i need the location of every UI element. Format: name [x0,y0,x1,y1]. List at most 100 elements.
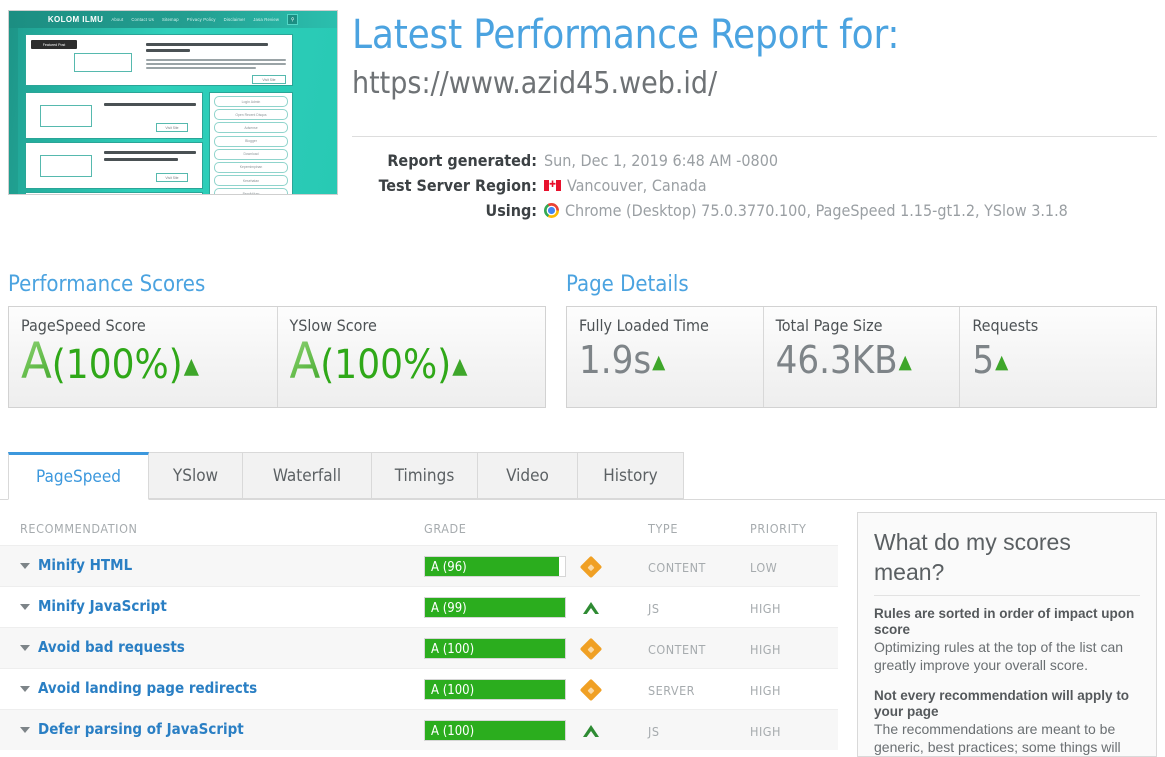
performance-scores-panel: PageSpeed Score A(100%)▲ YSlow Score A(1… [8,306,546,408]
expand-triangle-icon[interactable] [20,604,30,610]
grade-label: A (100) [431,642,475,657]
thumbnail-nav-link: About [111,17,124,22]
yslow-score-value: A(100%)▲ [290,336,546,390]
green-up-arrow-icon [583,723,599,739]
priority-value: HIGH [750,642,781,657]
type-value: JS [648,601,660,616]
using-value: Chrome (Desktop) 75.0.3770.100, PageSpee… [565,201,1068,220]
thumbnail-image-placeholder [40,105,92,127]
report-url[interactable]: https://www.azid45.web.id/ [352,64,1157,104]
thumbnail-navbar: KOLOM ILMU About Contact Us Sitemap Priv… [9,11,337,28]
metadata-value: Chrome (Desktop) 75.0.3770.100, PageSpee… [544,198,1068,223]
table-row[interactable]: Minify JavaScript A (99) JS HIGH [0,586,838,627]
grade-label: A (99) [431,601,467,616]
recommendation-link[interactable]: Avoid bad requests [38,638,185,656]
metadata-row: Using: Chrome (Desktop) 75.0.3770.100, P… [352,198,1157,223]
metadata-row: Report generated: Sun, Dec 1, 2019 6:48 … [352,148,1157,173]
chrome-icon [544,203,559,218]
tab-waterfall[interactable]: Waterfall [242,452,372,499]
recommendation-link[interactable]: Minify HTML [38,556,132,574]
total-page-size-cell[interactable]: Total Page Size 46.3KB▲ [762,307,960,407]
total-page-size-label: Total Page Size [775,316,883,335]
grade-label: A (100) [431,683,475,698]
table-row[interactable]: Defer parsing of JavaScript A (100) JS H… [0,709,838,750]
thumbnail-post-title [104,103,196,106]
expand-triangle-icon[interactable] [20,727,30,733]
metadata-label: Report generated: [387,151,537,170]
orange-diamond-icon [579,637,603,661]
pagespeed-score-label: PageSpeed Score [21,316,146,335]
thumbnail-nav-link: Sitemap [162,17,179,22]
tab-timings[interactable]: Timings [371,452,478,499]
scores-help-title: What do my scores mean? [874,529,1071,585]
thumbnail-text-line [146,63,286,65]
grade-label: A (100) [431,724,475,739]
pagespeed-score-value: A(100%)▲ [21,336,277,390]
thumbnail-post-title [104,151,196,154]
recommendation-link[interactable]: Defer parsing of JavaScript [38,720,244,738]
up-caret-icon: ▲ [183,353,199,379]
thumbnail-visit-button: Visit Site [156,123,188,132]
thumbnail-nav-link: Disclaimer [223,17,246,22]
tab-yslow[interactable]: YSlow [148,452,243,499]
orange-diamond-icon [579,678,603,702]
table-row[interactable]: Avoid bad requests A (100) CONTENT HIGH [0,627,838,668]
tab-pagespeed[interactable]: PageSpeed [8,452,149,500]
page-title: Latest Performance Report for: [352,12,900,58]
thumbnail-post-card: Visit Site [25,142,203,189]
thumbnail-text-line [146,67,256,69]
report-metadata: Report generated: Sun, Dec 1, 2019 6:48 … [352,148,1157,223]
thumbnail-featured-card: Featured Post Visit Site [25,34,293,86]
grade-bar: A (100) [424,638,566,659]
yslow-score-label: YSlow Score [289,316,377,335]
thumbnail-featured-badge: Featured Post [31,40,77,49]
thumbnail-title-line [146,43,268,46]
total-page-size-number: 46.3KB [775,338,898,382]
tab-history[interactable]: History [577,452,684,499]
site-screenshot-thumbnail[interactable]: KOLOM ILMU About Contact Us Sitemap Priv… [8,10,338,195]
tabs-baseline [0,499,1165,500]
type-value: CONTENT [648,642,706,657]
thumbnail-title-line [146,49,190,52]
up-caret-icon: ▲ [652,351,666,374]
thumbnail-menu-item: Adsense [214,122,288,134]
thumbnail-nav-link: Contact Us [131,17,155,22]
thumbnail-body: Featured Post Visit Site Visit Site Visi… [9,28,337,194]
thumbnail-sidebar-menu: Login Admin Open Recent Disqus Adsense B… [209,92,293,194]
pagespeed-score-cell[interactable]: PageSpeed Score A(100%)▲ [9,307,277,407]
metadata-value: ✚ Vancouver, Canada [544,173,707,198]
fully-loaded-time-cell[interactable]: Fully Loaded Time 1.9s▲ [567,307,763,407]
priority-value: HIGH [750,724,781,739]
up-caret-icon: ▲ [995,351,1009,374]
expand-triangle-icon[interactable] [20,563,30,569]
table-row[interactable]: Minify HTML A (96) CONTENT LOW [0,545,838,586]
green-up-arrow-icon [583,600,599,616]
metadata-label: Using: [485,201,538,220]
expand-triangle-icon[interactable] [20,645,30,651]
type-value: JS [648,724,660,739]
thumbnail-image-placeholder [74,53,132,72]
thumbnail-search-icon: ⚲ [287,14,299,25]
expand-triangle-icon[interactable] [20,686,30,692]
scores-help-body: Optimizing rules at the top of the list … [874,639,1124,673]
thumbnail-nav-link: Privacy Policy [186,17,216,22]
grade-bar: A (96) [424,556,566,577]
column-header-priority: PRIORITY [750,521,807,536]
up-caret-icon: ▲ [898,351,912,374]
thumbnail-menu-item: Blogger [214,135,288,147]
recommendation-link[interactable]: Avoid landing page redirects [38,679,257,697]
scores-help-body: The recommendations are meant to be gene… [874,721,1121,755]
grade-bar: A (100) [424,679,566,700]
recommendations-table: RECOMMENDATION GRADE TYPE PRIORITY Minif… [0,515,838,750]
thumbnail-menu-item: Kepemimpinan [214,161,288,173]
tab-video[interactable]: Video [477,452,578,499]
table-row[interactable]: Avoid landing page redirects A (100) SER… [0,668,838,709]
recommendation-link[interactable]: Minify JavaScript [38,597,167,615]
report-generated-value: Sun, Dec 1, 2019 6:48 AM -0800 [544,151,778,170]
thumbnail-nav-link: Jasa Review [253,17,280,22]
yslow-score-cell[interactable]: YSlow Score A(100%)▲ [276,307,546,407]
grade-bar: A (100) [424,720,566,741]
requests-cell[interactable]: Requests 5▲ [959,307,1156,407]
metadata-value: Sun, Dec 1, 2019 6:48 AM -0800 [544,148,778,173]
priority-value: HIGH [750,683,781,698]
